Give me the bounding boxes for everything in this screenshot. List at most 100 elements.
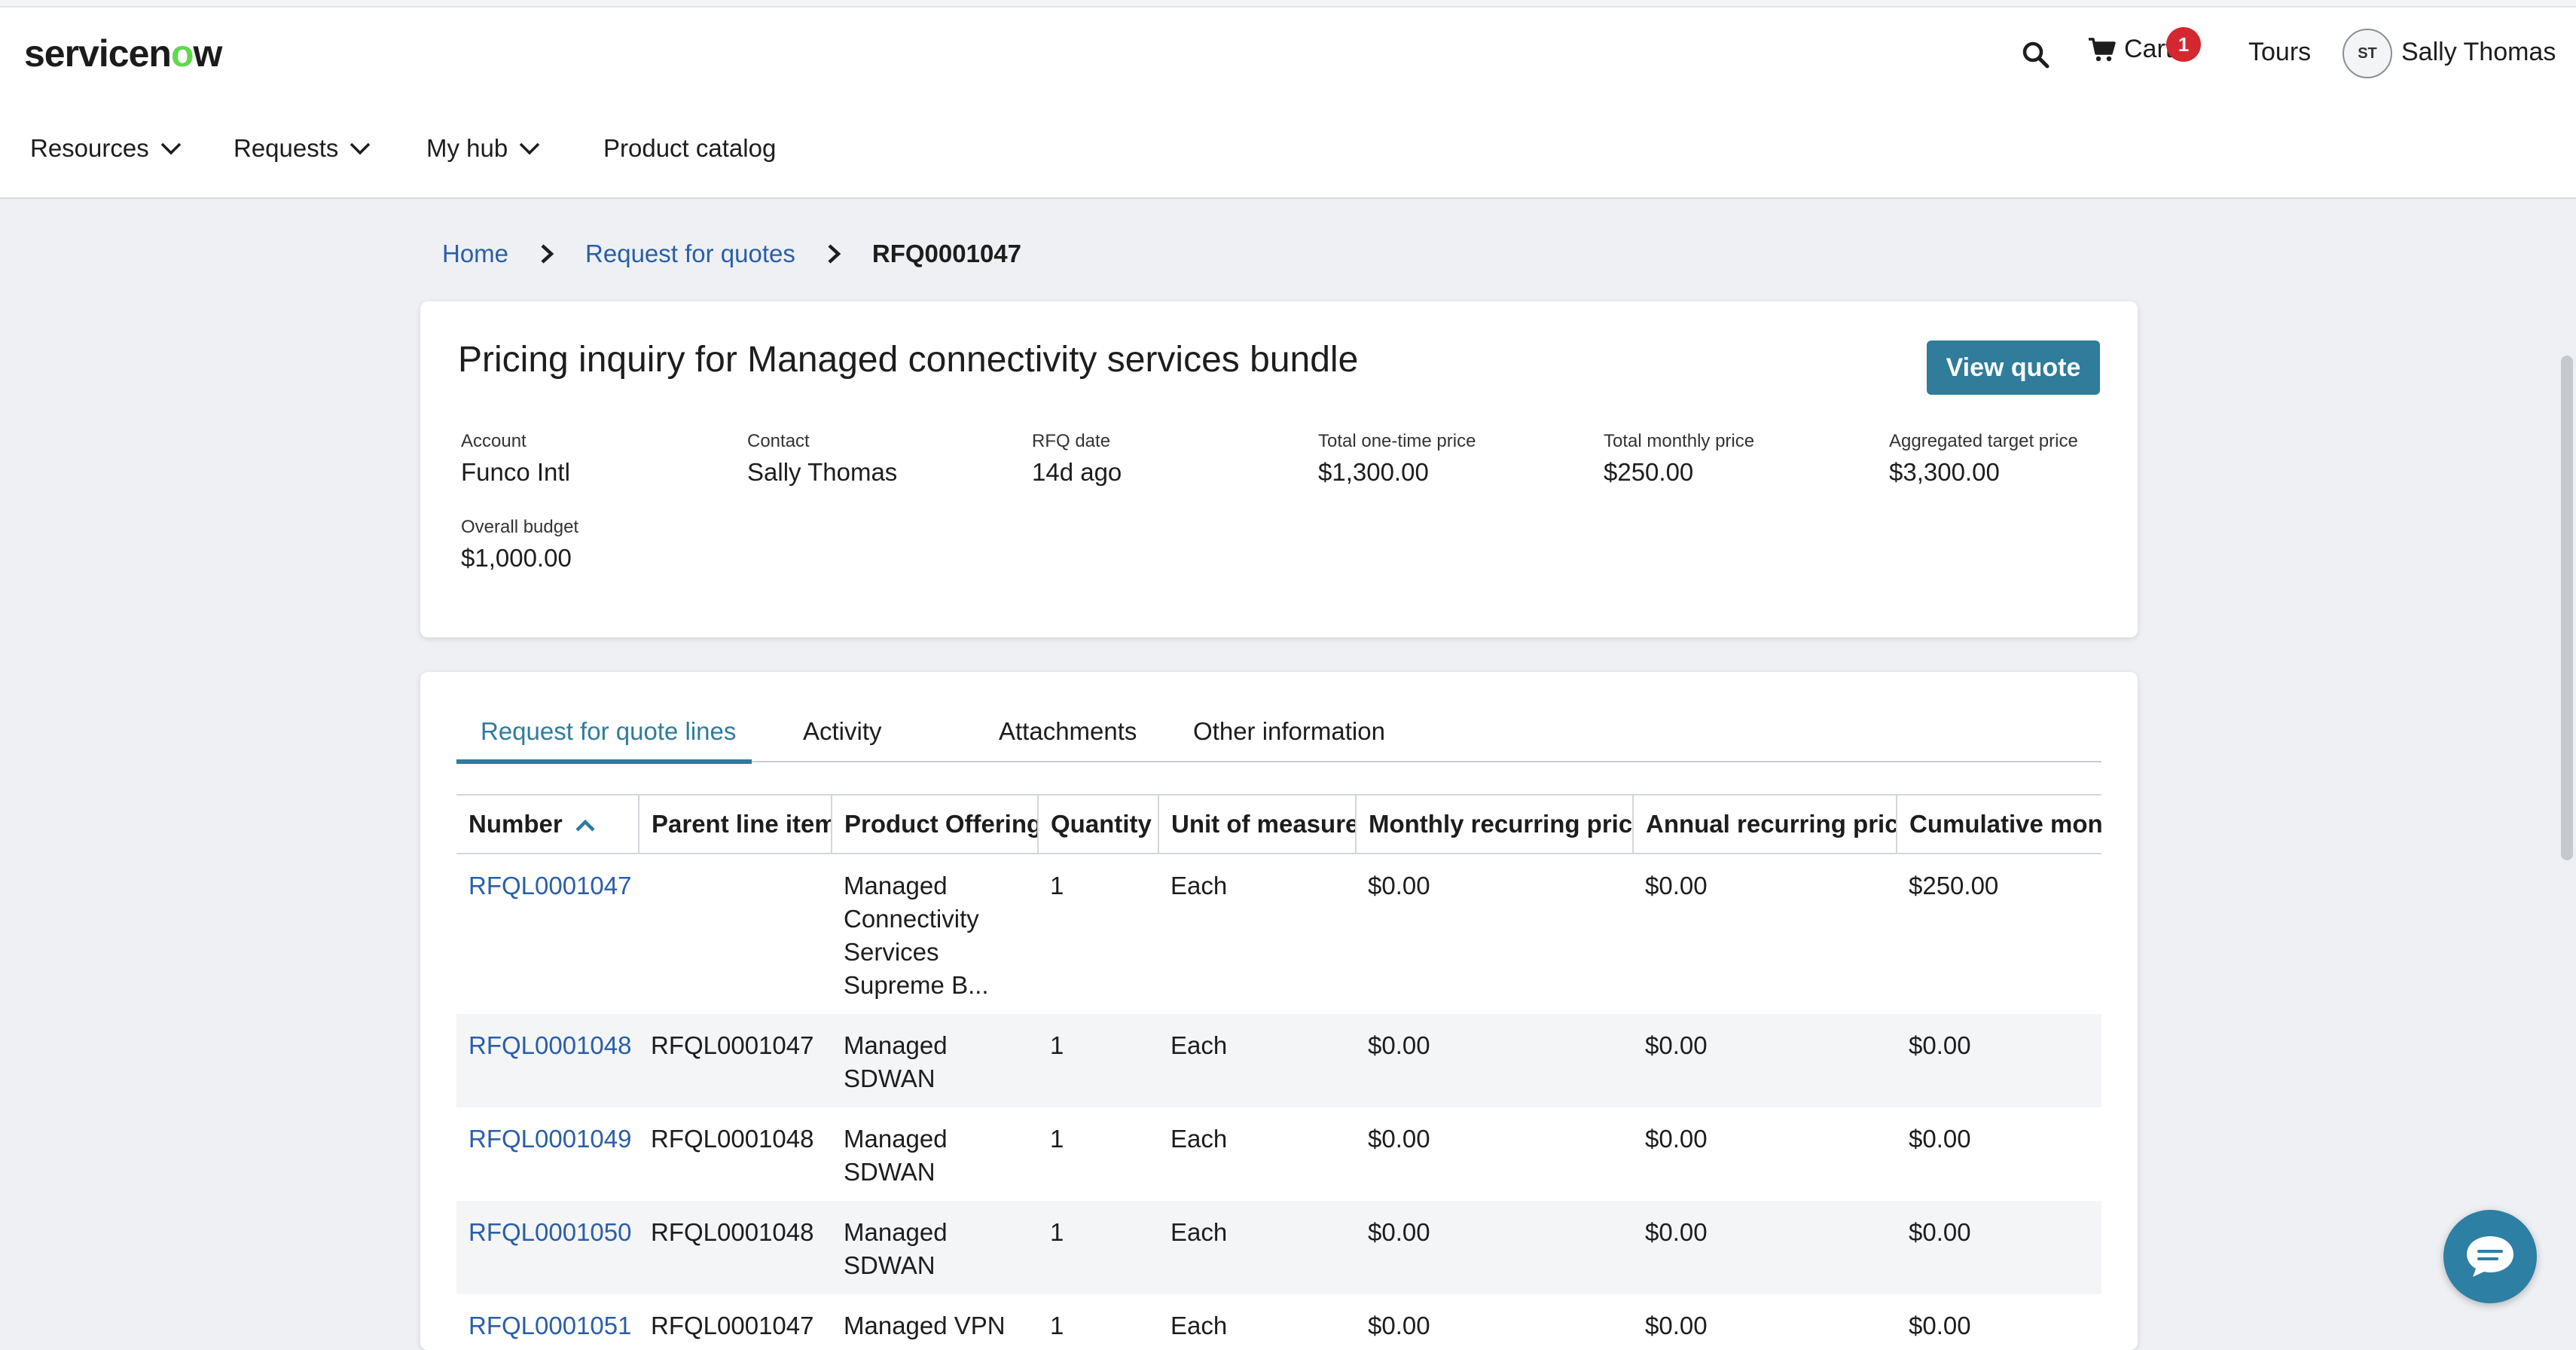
cart-button[interactable]: Cart [2088, 35, 2172, 64]
rfq-line-link[interactable]: RFQL0001051 [469, 1312, 631, 1339]
chevron-down-icon [519, 142, 540, 155]
page-scrollbar-thumb[interactable] [2561, 356, 2573, 860]
cell-number: RFQL0001050 [456, 1201, 639, 1294]
cell-parent: RFQL0001048 [639, 1107, 832, 1201]
column-header-unit-of-measure[interactable]: Unit of measure [1158, 794, 1357, 854]
tab-request-for-quote-lines[interactable]: Request for quote lines [481, 717, 736, 762]
field-aggregated-target-price: Aggregated target price $3,300.00 [1889, 431, 2078, 487]
cell-parent: RFQL0001047 [639, 1294, 832, 1350]
cell-uom: Each [1158, 1014, 1356, 1107]
breadcrumb-home[interactable]: Home [442, 240, 508, 268]
nav-label: Product catalog [603, 134, 777, 162]
tab-bar: Request for quote lines Activity Attachm… [456, 717, 2101, 764]
chevron-down-icon [350, 142, 371, 155]
column-header-label: Number [469, 810, 563, 838]
field-total-monthly-price: Total monthly price $250.00 [1604, 431, 1754, 487]
nav-my-hub[interactable]: My hub [426, 134, 541, 163]
field-label: RFQ date [1032, 431, 1111, 451]
column-header-product-offering[interactable]: Product Offering [832, 794, 1039, 854]
cart-count-badge: 1 [2166, 27, 2201, 62]
table-row: RFQL0001047 Managed Connectivity Service… [456, 854, 2101, 1014]
cell-number: RFQL0001049 [456, 1107, 639, 1201]
column-header-annual-recurring-price[interactable]: Annual recurring price [1633, 794, 1897, 854]
chevron-right-icon [541, 244, 554, 264]
field-label: Total monthly price [1604, 431, 1755, 451]
field-contact: Contact Sally Thomas [747, 431, 897, 487]
cell-offering: Managed SDWAN [832, 1107, 1038, 1201]
field-value: $3,300.00 [1889, 458, 2000, 486]
nav-label: Resources [30, 134, 149, 162]
avatar[interactable]: ST [2343, 29, 2392, 78]
nav-resources[interactable]: Resources [30, 134, 182, 163]
table-row: RFQL0001051 RFQL0001047 Managed VPN 1 Ea… [456, 1294, 2101, 1350]
field-value: Sally Thomas [747, 458, 898, 486]
nav-requests[interactable]: Requests [233, 134, 371, 163]
search-icon[interactable] [2021, 40, 2051, 70]
tours-link[interactable]: Tours [2248, 38, 2311, 67]
cell-monthly: $0.00 [1356, 1294, 1633, 1350]
field-account: Account Funco Intl [461, 431, 570, 487]
field-rfq-date: RFQ date 14d ago [1032, 431, 1122, 487]
tab-attachments[interactable]: Attachments [999, 717, 1137, 762]
breadcrumb-rfq-list[interactable]: Request for quotes [585, 240, 795, 268]
cell-quantity: 1 [1038, 854, 1158, 1014]
cell-annual: $0.00 [1633, 1107, 1897, 1201]
servicenow-logo[interactable]: servicenow [24, 32, 222, 75]
page-title: Pricing inquiry for Managed connectivity… [458, 340, 1359, 380]
chat-button[interactable] [2443, 1210, 2537, 1303]
cell-uom: Each [1158, 1107, 1356, 1201]
tab-activity[interactable]: Activity [803, 717, 882, 762]
rfq-lines-table: Number Parent line item Product Offering… [456, 794, 2101, 1350]
cell-cumulative: $250.00 [1897, 854, 2101, 1014]
view-quote-button[interactable]: View quote [1927, 341, 2100, 395]
rfq-line-link[interactable]: RFQL0001050 [469, 1218, 631, 1246]
rfq-line-link[interactable]: RFQL0001048 [469, 1031, 631, 1059]
field-label: Contact [747, 431, 810, 451]
field-value: $250.00 [1604, 458, 1694, 486]
nav-product-catalog[interactable]: Product catalog [603, 134, 776, 163]
cell-number: RFQL0001048 [456, 1014, 639, 1107]
logo-text-end: w [193, 32, 222, 75]
top-header: servicenow Cart 1 Tours ST Sally Thomas … [0, 0, 2576, 199]
user-name[interactable]: Sally Thomas [2401, 38, 2556, 67]
rfq-line-link[interactable]: RFQL0001047 [469, 872, 631, 899]
field-value: $1,000.00 [461, 544, 572, 572]
top-rule [0, 0, 2576, 8]
cell-quantity: 1 [1038, 1201, 1158, 1294]
cell-uom: Each [1158, 1201, 1356, 1294]
column-header-quantity[interactable]: Quantity [1038, 794, 1159, 854]
cell-monthly: $0.00 [1356, 854, 1633, 1014]
cell-parent: RFQL0001048 [639, 1201, 832, 1294]
cell-uom: Each [1158, 854, 1356, 1014]
breadcrumb: Home Request for quotes RFQ0001047 [442, 240, 1021, 268]
cart-icon [2089, 37, 2116, 61]
column-header-cumulative-monthly[interactable]: Cumulative monthly [1897, 794, 2101, 854]
cell-annual: $0.00 [1633, 1294, 1897, 1350]
breadcrumb-current: RFQ0001047 [871, 240, 1022, 267]
cell-cumulative: $0.00 [1897, 1294, 2101, 1350]
column-header-monthly-recurring-price[interactable]: Monthly recurring price [1356, 794, 1634, 854]
cell-uom: Each [1158, 1294, 1356, 1350]
cell-number: RFQL0001051 [456, 1294, 639, 1350]
nav-label: Requests [233, 134, 339, 162]
cell-parent [639, 854, 832, 1014]
column-header-number[interactable]: Number [456, 794, 639, 854]
logo-text-o: o [170, 32, 194, 75]
cell-monthly: $0.00 [1356, 1201, 1633, 1294]
table-header-row: Number Parent line item Product Offering… [456, 794, 2101, 854]
cell-offering: Managed Connectivity Services Supreme B.… [832, 854, 1038, 1014]
tab-other-information[interactable]: Other information [1193, 717, 1385, 762]
cell-quantity: 1 [1038, 1014, 1158, 1107]
cell-annual: $0.00 [1633, 1201, 1897, 1294]
sort-ascending-icon[interactable] [575, 818, 596, 833]
cell-offering: Managed SDWAN [832, 1201, 1038, 1294]
field-total-one-time-price: Total one-time price $1,300.00 [1318, 431, 1476, 487]
column-header-parent-line-item[interactable]: Parent line item [639, 794, 832, 854]
rfq-lines-table-wrapper[interactable]: Number Parent line item Product Offering… [456, 794, 2101, 1350]
logo-text-start: servicen [24, 32, 172, 75]
rfq-line-link[interactable]: RFQL0001049 [469, 1125, 631, 1153]
cell-cumulative: $0.00 [1897, 1201, 2101, 1294]
chat-bubble-icon [2467, 1236, 2513, 1277]
cell-cumulative: $0.00 [1897, 1107, 2101, 1201]
active-tab-indicator [456, 759, 752, 764]
